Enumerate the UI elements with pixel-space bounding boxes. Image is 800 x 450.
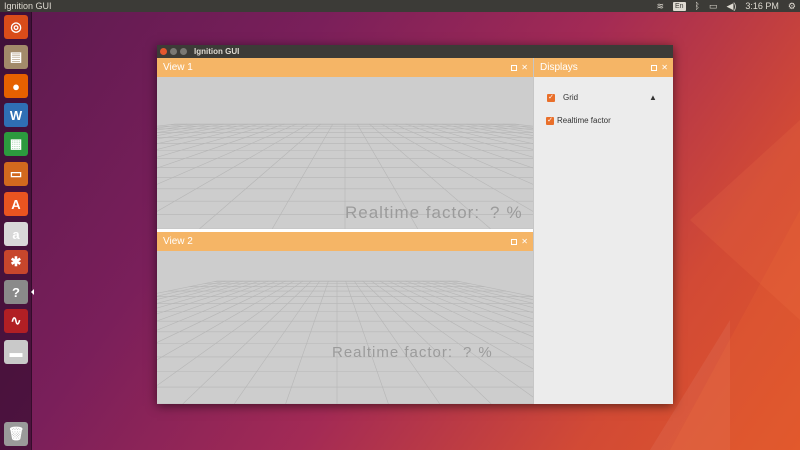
view1-realtime-factor: Realtime factor:?% bbox=[345, 203, 523, 223]
window-minimize-button[interactable] bbox=[170, 48, 177, 55]
bluetooth-icon[interactable]: ᛒ bbox=[695, 0, 700, 12]
grid-line bbox=[157, 280, 286, 343]
drive-icon[interactable]: ▬ bbox=[4, 340, 28, 364]
display-item-realtime-factor[interactable]: ✓ Realtime factor bbox=[546, 116, 611, 125]
view2-realtime-label: Realtime factor: bbox=[332, 344, 454, 361]
displays-header[interactable]: Displays ✕ bbox=[534, 58, 673, 77]
calc-icon[interactable]: ▦ bbox=[4, 132, 28, 156]
grid-line bbox=[371, 280, 533, 398]
impress-icon[interactable]: ▭ bbox=[4, 162, 28, 186]
displays-panel: ✓ Grid ▲ ✓ Realtime factor bbox=[534, 77, 673, 404]
grid-line bbox=[157, 123, 224, 136]
grid-expand-icon[interactable]: ▲ bbox=[649, 93, 657, 102]
grid-line bbox=[157, 280, 243, 304]
view2-header[interactable]: View 2 ✕ bbox=[157, 232, 533, 251]
active-indicator bbox=[31, 289, 34, 295]
grid-line bbox=[157, 280, 303, 386]
displays-float-icon[interactable] bbox=[651, 64, 658, 71]
active-app-title: Ignition GUI bbox=[4, 1, 52, 11]
top-panel: Ignition GUI ≋ En ᛒ ▭ ◀) 3:16 PM ⚙ bbox=[0, 0, 800, 12]
view2-realtime-factor: Realtime factor:?% bbox=[332, 344, 493, 361]
grid-line bbox=[157, 123, 188, 129]
grid-line bbox=[157, 123, 212, 133]
view2-realtime-value: ? bbox=[463, 344, 473, 361]
files-icon[interactable]: ▤ bbox=[4, 45, 28, 69]
window-maximize-button[interactable] bbox=[180, 48, 187, 55]
system-tray: ≋ En ᛒ ▭ ◀) 3:16 PM ⚙ bbox=[656, 0, 800, 12]
view1-viewport[interactable]: Realtime factor:?% bbox=[157, 77, 533, 229]
view2-grid bbox=[157, 280, 533, 404]
ubuntu-dash-icon[interactable]: ◎ bbox=[4, 15, 28, 39]
launcher: ◎ ▤ ● W ▦ ▭ Aa ✱? ∿ ▬ 🗑 bbox=[0, 12, 34, 450]
view1-float-icon[interactable] bbox=[511, 64, 518, 71]
view2-realtime-unit: % bbox=[478, 344, 493, 361]
ignition-gui-window: Ignition GUI View 1 ✕ Realtime factor:?%… bbox=[157, 45, 673, 404]
settings-icon[interactable]: ✱ bbox=[4, 250, 28, 274]
volume-icon[interactable]: ◀) bbox=[726, 0, 736, 12]
view1-realtime-label: Realtime factor: bbox=[345, 203, 481, 222]
grid-line bbox=[414, 280, 533, 320]
view1-realtime-unit: % bbox=[506, 203, 523, 222]
displays-close-icon[interactable]: ✕ bbox=[661, 63, 668, 72]
wallpaper-shape bbox=[690, 120, 800, 320]
amazon-icon[interactable]: a bbox=[4, 222, 28, 246]
wifi-icon[interactable]: ≋ bbox=[656, 0, 664, 12]
realtime-factor-label: Realtime factor bbox=[557, 116, 611, 125]
gear-icon[interactable]: ⚙ bbox=[788, 0, 796, 12]
grid-line bbox=[157, 280, 269, 322]
realtime-factor-checkbox[interactable]: ✓ bbox=[546, 116, 554, 125]
view2-close-icon[interactable]: ✕ bbox=[521, 237, 528, 246]
view1-close-icon[interactable]: ✕ bbox=[521, 63, 528, 72]
grid-line bbox=[157, 123, 200, 131]
battery-icon[interactable]: ▭ bbox=[709, 0, 718, 12]
grid-line bbox=[157, 123, 309, 212]
keyboard-layout-indicator[interactable]: En bbox=[672, 1, 686, 11]
grid-line bbox=[157, 123, 248, 144]
trash-icon[interactable]: 🗑 bbox=[4, 422, 28, 446]
software-center-icon[interactable]: A bbox=[4, 192, 28, 216]
view1-realtime-value: ? bbox=[490, 203, 501, 222]
view1-title: View 1 bbox=[163, 62, 193, 73]
grid-line bbox=[448, 280, 533, 300]
displays-title: Displays bbox=[540, 62, 578, 73]
grid-line bbox=[157, 123, 261, 150]
window-title: Ignition GUI bbox=[194, 47, 240, 56]
grid-line bbox=[157, 123, 176, 127]
grid-line bbox=[456, 280, 533, 297]
grid-line bbox=[388, 280, 533, 351]
grid-checkbox[interactable]: ✓ bbox=[547, 93, 555, 102]
firefox-icon[interactable]: ● bbox=[4, 74, 28, 98]
view2-viewport[interactable]: Realtime factor:?% bbox=[157, 251, 533, 404]
grid-label: Grid bbox=[563, 93, 579, 102]
grid-line bbox=[405, 280, 533, 328]
window-titlebar[interactable]: Ignition GUI bbox=[157, 45, 673, 58]
grid-line bbox=[157, 123, 297, 185]
window-close-button[interactable] bbox=[160, 48, 167, 55]
view2-title: View 2 bbox=[163, 236, 193, 247]
grid-line bbox=[396, 280, 533, 338]
writer-icon[interactable]: W bbox=[4, 103, 28, 127]
clock[interactable]: 3:16 PM bbox=[745, 1, 779, 11]
grid-line bbox=[157, 280, 235, 300]
unknown-app-icon[interactable]: ? bbox=[4, 280, 28, 304]
grid-line bbox=[157, 280, 226, 297]
system-monitor-icon[interactable]: ∿ bbox=[4, 309, 28, 333]
display-item-grid[interactable]: ✓ Grid bbox=[547, 93, 578, 102]
grid-line bbox=[157, 280, 295, 361]
view1-header[interactable]: View 1 ✕ bbox=[157, 58, 533, 77]
view2-float-icon[interactable] bbox=[511, 238, 518, 245]
